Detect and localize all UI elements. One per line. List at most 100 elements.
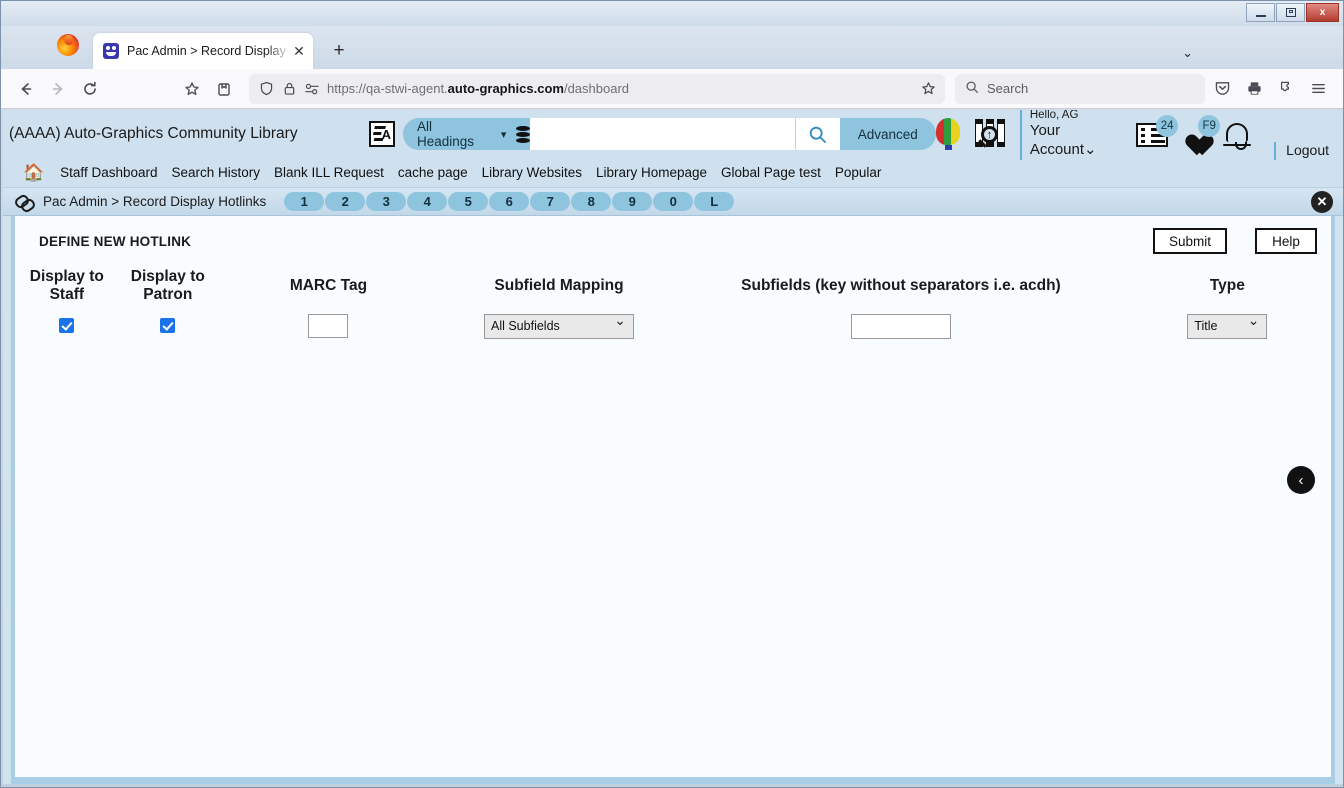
subfield-mapping-select[interactable]: All Subfields bbox=[483, 313, 634, 339]
home-icon[interactable]: 🏠 bbox=[23, 163, 44, 183]
column-header-display-to-staff: Display to Staff bbox=[29, 268, 104, 303]
hotkey-3[interactable]: 3 bbox=[366, 192, 407, 211]
translate-icon[interactable]: A bbox=[369, 121, 395, 147]
notifications-button[interactable] bbox=[1220, 117, 1260, 151]
column-header-subfields: Subfields (key without separators i.e. a… bbox=[741, 276, 1061, 294]
hotkey-9[interactable]: 9 bbox=[612, 192, 653, 211]
bookmark-page-icon[interactable] bbox=[919, 80, 937, 98]
save-to-device-icon[interactable] bbox=[209, 74, 239, 104]
favorites-button[interactable]: F9 bbox=[1178, 115, 1221, 151]
print-icon[interactable] bbox=[1239, 74, 1269, 104]
url-suffix: /dashboard bbox=[563, 81, 630, 96]
account-menu[interactable]: Your Account⌄ bbox=[1030, 122, 1122, 160]
chevron-down-icon[interactable]: ⌄ bbox=[1182, 45, 1193, 61]
nav-link-library-homepage[interactable]: Library Homepage bbox=[596, 165, 707, 180]
lock-icon[interactable] bbox=[281, 80, 297, 98]
web-page: (AAAA) Auto-Graphics Community Library A… bbox=[3, 110, 1343, 784]
nav-link-search-history[interactable]: Search History bbox=[172, 165, 261, 180]
shield-icon[interactable] bbox=[257, 80, 275, 98]
back-icon[interactable] bbox=[11, 74, 41, 104]
hotkey-1[interactable]: 1 bbox=[284, 192, 325, 211]
close-icon[interactable]: ✕ bbox=[291, 44, 307, 58]
bell-icon bbox=[1223, 123, 1252, 150]
minimize-button[interactable] bbox=[1246, 3, 1275, 22]
display-to-patron-checkbox[interactable] bbox=[160, 318, 176, 334]
url-domain: auto-graphics.com bbox=[447, 81, 564, 96]
forward-icon[interactable] bbox=[43, 74, 73, 104]
pac-admin-favicon bbox=[103, 43, 119, 59]
account-block[interactable]: Hello, AG Your Account⌄ bbox=[1019, 110, 1122, 160]
cell-subfields bbox=[678, 308, 1124, 345]
url-prefix: https://qa-stwi-agent. bbox=[327, 81, 448, 96]
nav-link-staff-dashboard[interactable]: Staff Dashboard bbox=[60, 165, 157, 180]
nav-link-library-websites[interactable]: Library Websites bbox=[482, 165, 582, 180]
database-icon[interactable] bbox=[516, 125, 531, 143]
cell-type: Title bbox=[1124, 308, 1331, 345]
search-scope-label[interactable]: All Headings bbox=[417, 119, 491, 149]
search-scope-group[interactable]: All Headings ▾ bbox=[403, 118, 531, 150]
content-header: DEFINE NEW HOTLINK Submit Help bbox=[15, 216, 1331, 254]
library-name: (AAAA) Auto-Graphics Community Library bbox=[9, 125, 298, 142]
column-header-type: Type bbox=[1209, 276, 1245, 294]
browse-books-icon[interactable]: ↑ bbox=[974, 119, 1006, 149]
hotkey-6[interactable]: 6 bbox=[489, 192, 530, 211]
title-bar: x bbox=[1, 1, 1343, 26]
firefox-logo-icon bbox=[57, 34, 79, 56]
browser-search-bar[interactable]: Search bbox=[955, 73, 1205, 104]
nav-link-cache-page[interactable]: cache page bbox=[398, 165, 468, 180]
table-row: All Subfields Title bbox=[15, 308, 1331, 345]
pocket-icon[interactable] bbox=[1207, 74, 1237, 104]
extensions-puzzle-icon[interactable] bbox=[1271, 74, 1301, 104]
column-header-marc-tag: MARC Tag bbox=[289, 276, 368, 294]
new-tab-button[interactable]: + bbox=[325, 37, 353, 65]
hotkey-7[interactable]: 7 bbox=[530, 192, 571, 211]
submit-button[interactable]: Submit bbox=[1152, 228, 1227, 254]
breadcrumb: Pac Admin > Record Display Hotlinks bbox=[43, 194, 267, 209]
back-circle-button[interactable]: ‹ bbox=[1287, 466, 1315, 494]
hotkey-2[interactable]: 2 bbox=[325, 192, 366, 211]
site-nav: 🏠 Staff Dashboard Search History Blank I… bbox=[3, 158, 1343, 188]
browser-tab[interactable]: Pac Admin > Record Display Ho ✕ bbox=[93, 33, 313, 69]
restore-button[interactable] bbox=[1276, 3, 1305, 22]
subfields-input[interactable] bbox=[850, 313, 951, 339]
hotkey-0[interactable]: 0 bbox=[653, 192, 694, 211]
advanced-search-button[interactable]: Advanced bbox=[839, 118, 936, 150]
breadcrumb-bar: Pac Admin > Record Display Hotlinks 1 2 … bbox=[3, 188, 1343, 216]
nav-link-blank-ill-request[interactable]: Blank ILL Request bbox=[274, 165, 384, 180]
reload-icon[interactable] bbox=[75, 74, 105, 104]
site-header: (AAAA) Auto-Graphics Community Library A… bbox=[3, 110, 1343, 160]
chain-link-icon bbox=[15, 195, 33, 209]
column-header-subfield-mapping: Subfield Mapping bbox=[494, 276, 624, 294]
hotkey-8[interactable]: 8 bbox=[571, 192, 612, 211]
marc-tag-input[interactable] bbox=[308, 314, 349, 339]
nav-link-popular[interactable]: Popular bbox=[835, 165, 882, 180]
hamburger-menu-icon[interactable] bbox=[1303, 74, 1333, 104]
address-bar[interactable]: https://qa-stwi-agent.auto-graphics.com/… bbox=[249, 73, 945, 104]
type-select[interactable]: Title bbox=[1187, 313, 1268, 339]
content-card: DEFINE NEW HOTLINK Submit Help Display t… bbox=[11, 216, 1335, 784]
url-text[interactable]: https://qa-stwi-agent.auto-graphics.com/… bbox=[327, 81, 913, 96]
list-count-badge: 24 bbox=[1156, 115, 1179, 137]
site-search-input[interactable] bbox=[530, 118, 795, 150]
notification-group: 24 F9 bbox=[1136, 115, 1260, 151]
site-search-button[interactable] bbox=[794, 118, 840, 150]
display-to-staff-checkbox[interactable] bbox=[59, 318, 75, 334]
chevron-down-icon[interactable]: ▾ bbox=[501, 128, 507, 141]
hotkey-4[interactable]: 4 bbox=[407, 192, 448, 211]
permissions-icon[interactable] bbox=[303, 80, 321, 98]
close-icon[interactable]: ✕ bbox=[1311, 191, 1333, 213]
hotkey-5[interactable]: 5 bbox=[448, 192, 489, 211]
my-lists-button[interactable]: 24 bbox=[1136, 115, 1179, 151]
hotkey-l[interactable]: L bbox=[694, 192, 735, 211]
nav-link-global-page-test[interactable]: Global Page test bbox=[721, 165, 821, 180]
hot-air-balloon-icon[interactable] bbox=[935, 118, 960, 150]
window-controls: x bbox=[1246, 3, 1339, 22]
logout-link[interactable]: Logout bbox=[1274, 141, 1329, 160]
tab-strip: Pac Admin > Record Display Ho ✕ + ⌄ bbox=[1, 26, 1343, 69]
close-window-button[interactable]: x bbox=[1306, 3, 1339, 22]
cell-subfield-mapping: All Subfields bbox=[440, 308, 678, 345]
cell-marc-tag bbox=[217, 308, 440, 345]
help-button[interactable]: Help bbox=[1255, 228, 1317, 254]
bookmark-star-icon[interactable] bbox=[177, 74, 207, 104]
header-right-cluster: ↑ Hello, AG Your Account⌄ 24 F9 Logout bbox=[935, 110, 1343, 160]
